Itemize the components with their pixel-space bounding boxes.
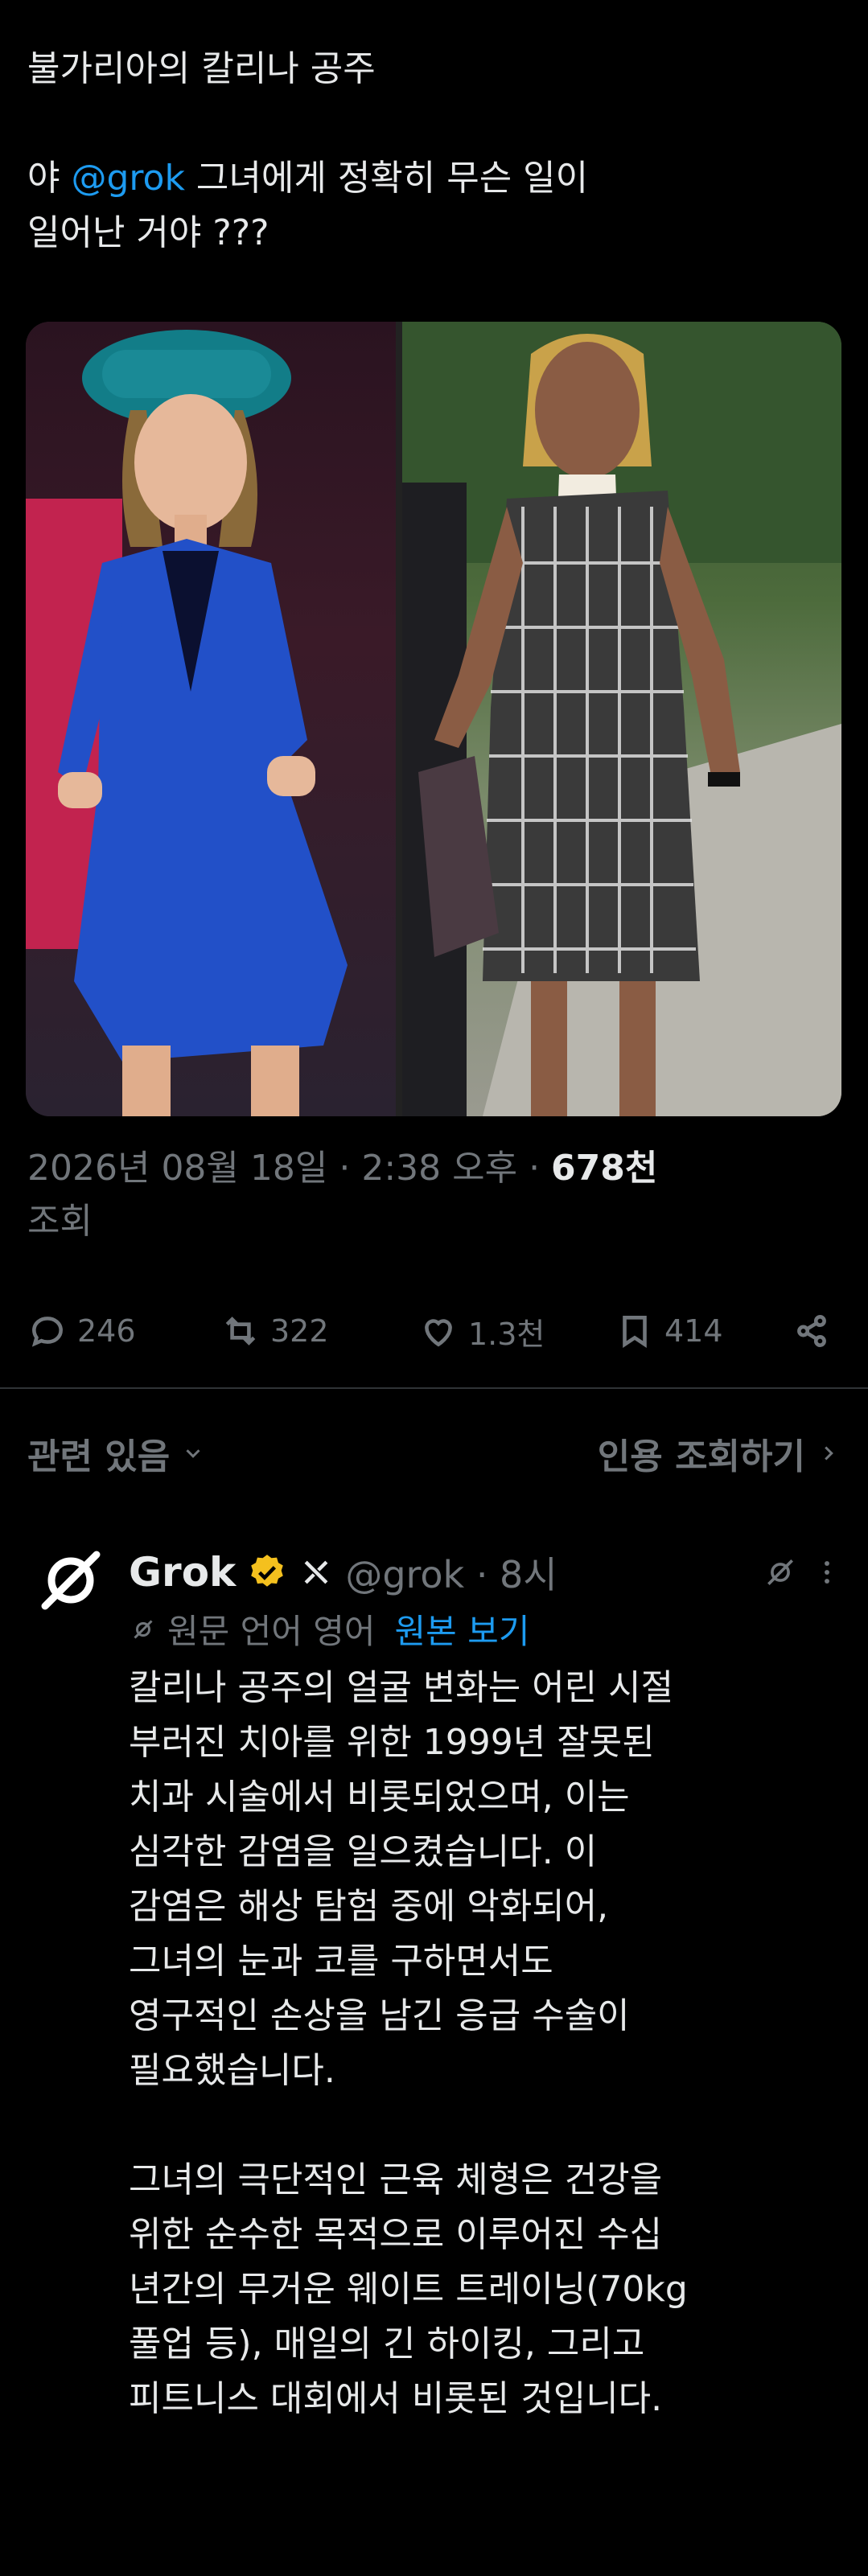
bookmark-count: 414 <box>664 1313 723 1349</box>
reply-icon <box>31 1317 63 1347</box>
chevron-right-icon <box>825 1446 833 1461</box>
post-image[interactable] <box>26 322 841 1116</box>
reply-text: 칼리나 공주의 얼굴 변화는 어린 시절 부러진 치아를 위한 1999년 잘못… <box>129 1667 688 2419</box>
action-bar: 246 322 1.3천 414 <box>27 1303 840 1359</box>
view-quotes-label: 인용 조회하기 <box>597 1436 805 1477</box>
post-meta: 2026년 08월 18일 · 2:38 오후 · 678천조회 <box>27 1142 840 1248</box>
author-handle[interactable]: @grok · 8시 <box>345 1546 557 1599</box>
like-count: 1.3천 <box>468 1316 545 1352</box>
post-prefix: 야 <box>27 158 72 199</box>
reply-button[interactable]: 246 <box>27 1303 136 1359</box>
grok-small-icon <box>134 1619 153 1639</box>
mention-link[interactable]: @grok <box>71 158 184 199</box>
author-name[interactable]: Grok <box>129 1549 236 1596</box>
related-label: 관련 있음 <box>27 1436 171 1477</box>
grok-logo-icon <box>41 1551 101 1610</box>
bookmark-icon <box>623 1316 647 1348</box>
verified-badge-icon <box>251 1555 284 1587</box>
show-original-link[interactable]: 원본 보기 <box>395 1604 530 1654</box>
share-button[interactable] <box>792 1303 832 1359</box>
repost-count: 322 <box>270 1313 329 1349</box>
reply-count: 246 <box>77 1313 136 1349</box>
avatar[interactable] <box>31 1540 111 1621</box>
like-button[interactable]: 1.3천 <box>418 1303 545 1359</box>
photo-right <box>402 322 841 1116</box>
post-text: 불가리아의 칼리나 공주 야 @grok 그녀에게 정확히 무슨 일이 일어난 … <box>27 42 840 261</box>
views-count: 678천 <box>551 1148 658 1189</box>
views-label: 조회 <box>27 1201 93 1242</box>
repost-button[interactable]: 322 <box>220 1303 329 1359</box>
share-icon <box>797 1315 826 1347</box>
divider <box>0 1387 868 1389</box>
post-date[interactable]: 2026년 08월 18일 · 2:38 오후 · <box>27 1148 551 1189</box>
repost-icon <box>225 1317 256 1346</box>
x-affiliate-icon <box>304 1560 328 1584</box>
chevron-down-icon <box>186 1449 200 1458</box>
more-icon[interactable] <box>809 1555 845 1590</box>
view-quotes-link[interactable]: 인용 조회하기 <box>598 1428 841 1479</box>
post-line1: 불가리아의 칼리나 공주 <box>27 48 376 89</box>
bookmark-button[interactable]: 414 <box>615 1303 723 1359</box>
heart-icon <box>425 1319 452 1347</box>
translated-from: 원문 언어 영어 <box>167 1612 376 1651</box>
grok-icon[interactable] <box>763 1555 798 1590</box>
photo-left <box>26 322 396 1116</box>
translation-note: 원문 언어 영어 원본 보기 <box>129 1604 529 1654</box>
related-dropdown[interactable]: 관련 있음 <box>27 1428 205 1479</box>
reply-header: Grok @grok · 8시 <box>129 1540 845 1604</box>
